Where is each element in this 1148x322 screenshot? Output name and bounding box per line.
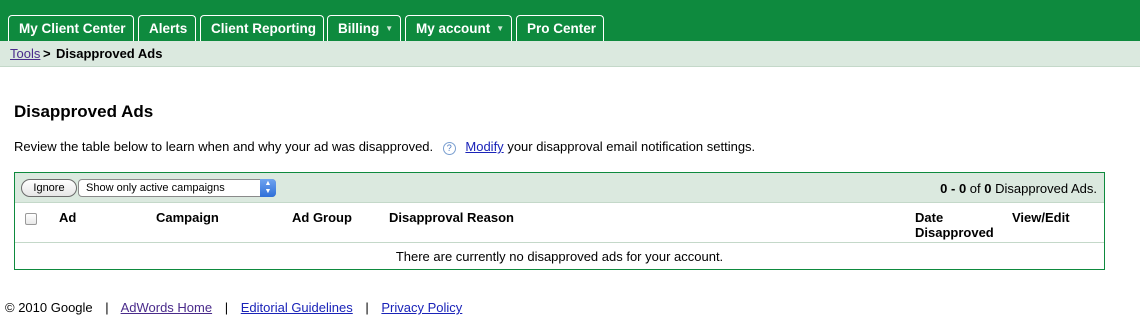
copyright: © 2010 Google xyxy=(5,300,93,315)
disapproved-ads-table: Ignore Show only active campaigns ▲ ▼ 0 -… xyxy=(14,172,1105,270)
campaign-filter-value: Show only active campaigns xyxy=(86,182,225,194)
tab-alerts[interactable]: Alerts xyxy=(138,15,196,41)
intro-text: Review the table below to learn when and… xyxy=(14,139,755,155)
breadcrumb-separator: > xyxy=(43,46,51,61)
column-header-campaign[interactable]: Campaign xyxy=(156,210,219,225)
count-dash: - xyxy=(947,181,959,196)
page-title: Disapproved Ads xyxy=(14,102,154,121)
chevron-down-icon: ▼ xyxy=(385,24,394,33)
footer-link-adwords-home[interactable]: AdWords Home xyxy=(121,300,213,315)
tab-my-account[interactable]: My account ▼ xyxy=(405,15,512,41)
column-header-date-disapproved[interactable]: Date Disapproved xyxy=(915,210,1005,240)
campaign-filter-select[interactable]: Show only active campaigns ▲ ▼ xyxy=(78,179,276,197)
footer-separator: | xyxy=(105,300,109,315)
select-arrows-icon: ▲ ▼ xyxy=(260,179,276,197)
chevron-down-icon: ▼ xyxy=(496,24,505,33)
tab-label: Billing xyxy=(338,21,380,36)
tab-label: My account xyxy=(416,21,491,36)
breadcrumb-tools-link[interactable]: Tools xyxy=(10,46,40,61)
tab-client-reporting[interactable]: Client Reporting xyxy=(200,15,324,41)
footer-separator: | xyxy=(224,300,229,315)
table-header-row: Ad Campaign Ad Group Disapproval Reason … xyxy=(15,203,1104,243)
footer-separator: | xyxy=(365,300,369,315)
count-of: of xyxy=(966,181,985,196)
column-header-ad[interactable]: Ad xyxy=(59,210,76,225)
top-nav: My Client Center Alerts Client Reporting… xyxy=(0,0,1140,41)
select-all-checkbox[interactable] xyxy=(25,213,37,225)
modify-link[interactable]: Modify xyxy=(465,139,503,154)
column-header-disapproval-reason[interactable]: Disapproval Reason xyxy=(389,210,514,225)
footer-link-privacy-policy[interactable]: Privacy Policy xyxy=(381,300,462,315)
column-header-ad-group[interactable]: Ad Group xyxy=(292,210,352,225)
results-count: 0 - 0 of 0 Disapproved Ads. xyxy=(940,181,1097,196)
date-header-line2: Disapproved xyxy=(915,225,994,240)
tab-label: Alerts xyxy=(149,21,188,36)
ignore-button[interactable]: Ignore xyxy=(21,179,77,197)
footer-link-editorial-guidelines[interactable]: Editorial Guidelines xyxy=(241,300,353,315)
help-icon[interactable]: ? xyxy=(442,142,456,155)
empty-table-message: There are currently no disapproved ads f… xyxy=(395,249,724,264)
intro-description: Review the table below to learn when and… xyxy=(14,139,434,154)
tab-label: Client Reporting xyxy=(211,21,316,36)
column-header-view-edit: View/Edit xyxy=(1012,210,1070,225)
count-suffix: Disapproved Ads. xyxy=(991,181,1097,196)
tab-label: My Client Center xyxy=(19,21,126,36)
tab-label: Pro Center xyxy=(527,21,597,36)
footer: © 2010 Google | AdWords Home | Editorial… xyxy=(5,300,462,315)
table-toolbar: Ignore Show only active campaigns ▲ ▼ 0 -… xyxy=(15,173,1104,203)
breadcrumb: Tools > Disapproved Ads xyxy=(0,41,1140,67)
date-header-line1: Date xyxy=(915,210,944,225)
tab-pro-center[interactable]: Pro Center xyxy=(516,15,604,41)
tab-my-client-center[interactable]: My Client Center xyxy=(8,15,134,41)
intro-suffix: your disapproval email notification sett… xyxy=(507,139,756,154)
tab-billing[interactable]: Billing ▼ xyxy=(327,15,401,41)
breadcrumb-current: Disapproved Ads xyxy=(56,46,163,61)
